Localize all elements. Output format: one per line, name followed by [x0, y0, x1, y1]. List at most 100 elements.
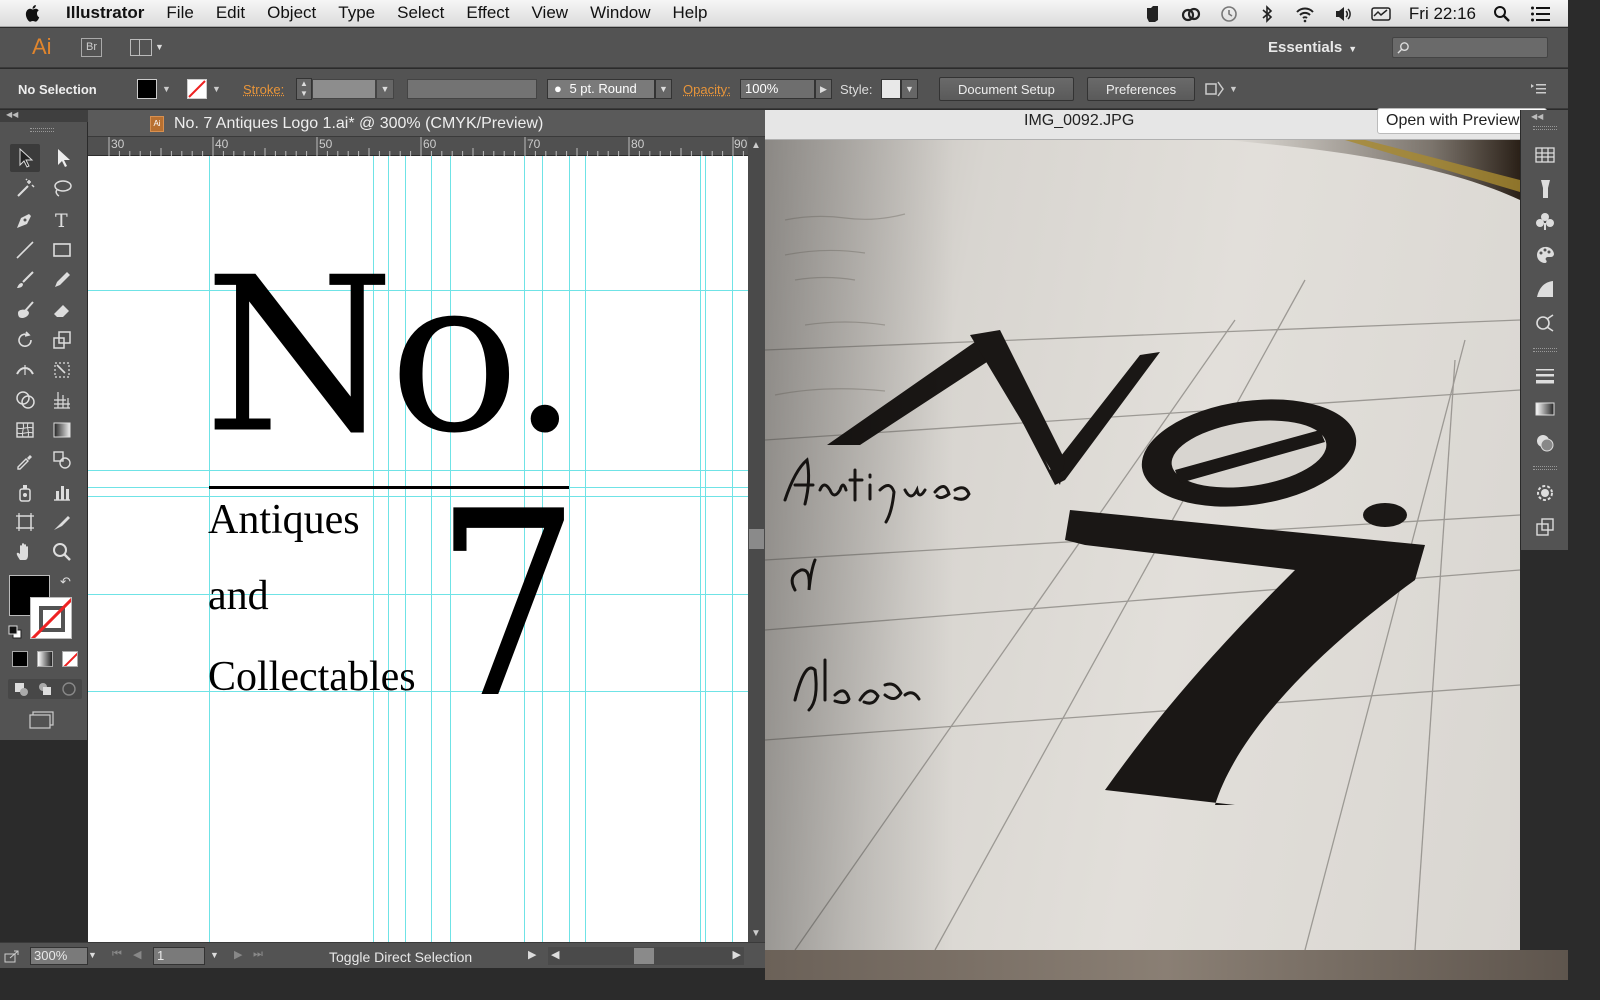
opacity-field[interactable]: 100%	[740, 79, 815, 99]
stroke-label[interactable]: Stroke:	[243, 82, 284, 97]
gradient-tool[interactable]	[47, 416, 77, 444]
brush-definition-field[interactable]: ● 5 pt. Round	[547, 79, 655, 99]
blob-brush-tool[interactable]	[10, 296, 40, 324]
scroll-left-arrow-icon[interactable]: ◀	[551, 948, 559, 961]
stroke-weight-stepper[interactable]: ▲ ▼	[296, 78, 312, 100]
rotate-tool[interactable]	[10, 326, 40, 354]
width-tool[interactable]	[10, 356, 40, 384]
opacity-label[interactable]: Opacity:	[683, 82, 731, 97]
scale-tool[interactable]	[47, 326, 77, 354]
scroll-down-arrow-icon[interactable]: ▼	[751, 928, 761, 939]
scroll-thumb[interactable]	[749, 529, 764, 549]
transparency-icon[interactable]	[1534, 432, 1556, 454]
panel-grip[interactable]	[1533, 348, 1557, 352]
scroll-thumb[interactable]	[634, 948, 654, 964]
activity-icon[interactable]	[1371, 5, 1391, 23]
color-mode-button[interactable]	[12, 651, 28, 667]
menu-edit[interactable]: Edit	[216, 3, 245, 23]
panel-menu-icon[interactable]	[1530, 83, 1546, 95]
logo-seven-text[interactable]: 7	[434, 478, 581, 734]
stroke-none-swatch[interactable]	[187, 79, 207, 99]
artboards-panel-icon[interactable]	[1534, 516, 1556, 538]
align-icon[interactable]	[1204, 80, 1224, 98]
share-icon[interactable]	[4, 949, 20, 963]
document-setup-button[interactable]: Document Setup	[939, 77, 1074, 101]
blend-tool[interactable]	[47, 446, 77, 474]
menu-view[interactable]: View	[532, 3, 569, 23]
arrange-documents-icon[interactable]	[130, 39, 152, 56]
mesh-tool[interactable]	[10, 416, 40, 444]
status-menu-arrow-icon[interactable]: ▶	[528, 948, 536, 961]
chevron-down-icon[interactable]: ▼	[88, 950, 97, 960]
eraser-tool[interactable]	[47, 296, 77, 324]
menu-effect[interactable]: Effect	[466, 3, 509, 23]
stroke-weight-field[interactable]	[312, 79, 376, 99]
symbols-icon[interactable]	[1534, 210, 1556, 232]
fill-color-swatch[interactable]	[137, 79, 157, 99]
logo-antiques-text[interactable]: Antiques	[208, 496, 360, 544]
hand-tool[interactable]	[10, 538, 40, 566]
pen-tool[interactable]	[10, 206, 40, 234]
wifi-icon[interactable]	[1295, 5, 1315, 23]
pencil-tool[interactable]	[47, 266, 77, 294]
chevron-down-icon[interactable]: ▼	[155, 42, 164, 52]
chevron-down-icon[interactable]: ▼	[210, 950, 219, 960]
logo-artwork[interactable]: No. 7 Antiques and Collectables	[88, 156, 748, 942]
first-artboard-icon[interactable]: ⏮	[112, 948, 122, 961]
horizontal-scrollbar[interactable]: ◀ ▶	[548, 947, 744, 965]
free-transform-tool[interactable]	[47, 356, 77, 384]
chevron-down-icon[interactable]: ▼	[376, 79, 394, 99]
menu-window[interactable]: Window	[590, 3, 650, 23]
horizontal-ruler[interactable]: 30 40 50 60 70 80 90	[88, 137, 748, 156]
menu-type[interactable]: Type	[338, 3, 375, 23]
next-artboard-icon[interactable]: ▶	[234, 948, 242, 961]
logo-and-text[interactable]: and	[208, 572, 269, 620]
gradient-panel-icon[interactable]	[1534, 398, 1556, 420]
panel-collapse-toggle[interactable]: ◀◀	[0, 110, 88, 122]
notification-center-icon[interactable]	[1530, 5, 1550, 23]
lasso-tool[interactable]	[47, 174, 77, 202]
logo-collectables-text[interactable]: Collectables	[208, 653, 416, 701]
none-mode-button[interactable]	[62, 651, 78, 667]
symbol-sprayer-tool[interactable]	[10, 478, 40, 506]
bluetooth-icon[interactable]	[1257, 4, 1277, 23]
links-icon[interactable]	[1534, 312, 1556, 334]
apple-icon[interactable]	[24, 3, 42, 23]
clock[interactable]: Fri 22:16	[1409, 4, 1476, 24]
stroke-panel-icon[interactable]	[1534, 364, 1556, 386]
menu-help[interactable]: Help	[673, 3, 708, 23]
zoom-tool[interactable]	[47, 538, 77, 566]
evernote-icon[interactable]	[1143, 5, 1163, 23]
artboard-number-field[interactable]: 1	[153, 947, 205, 965]
chevron-right-icon[interactable]: ▶	[815, 79, 832, 99]
dock-collapse-toggle[interactable]: ◀◀	[1531, 112, 1543, 121]
chevron-down-icon[interactable]: ▼	[162, 84, 171, 94]
perspective-grid-tool[interactable]	[47, 386, 77, 414]
draw-behind-icon[interactable]	[37, 681, 53, 697]
gradient-mode-button[interactable]	[37, 651, 53, 667]
current-tool-status[interactable]: Toggle Direct Selection	[329, 949, 472, 965]
vertical-scrollbar[interactable]: ▲ ▼	[748, 137, 765, 942]
last-artboard-icon[interactable]: ⏭	[253, 948, 263, 961]
artboard-tool[interactable]	[10, 508, 40, 536]
bridge-button[interactable]: Br	[81, 38, 102, 57]
brushes-icon[interactable]	[1534, 178, 1556, 200]
document-tab[interactable]: Ai No. 7 Antiques Logo 1.ai* @ 300% (CMY…	[88, 110, 765, 137]
graphic-style-swatch[interactable]	[881, 79, 901, 99]
creative-cloud-icon[interactable]	[1181, 5, 1201, 23]
shape-builder-tool[interactable]	[10, 386, 40, 414]
preview-titlebar[interactable]: IMG_0092.JPG Open with Preview	[765, 108, 1568, 140]
eyedropper-tool[interactable]	[10, 446, 40, 474]
logo-no-text[interactable]: No.	[204, 250, 579, 464]
swatches-icon[interactable]	[1534, 144, 1556, 166]
stroke-profile-icon[interactable]	[1534, 278, 1556, 300]
type-tool[interactable]: T	[47, 206, 77, 234]
panel-grip[interactable]	[1533, 466, 1557, 470]
slice-tool[interactable]	[47, 508, 77, 536]
app-menu[interactable]: Illustrator	[66, 3, 144, 23]
stroke-swatch[interactable]	[30, 597, 72, 639]
panel-grip[interactable]	[30, 128, 54, 132]
artboard-canvas[interactable]: No. 7 Antiques and Collectables	[88, 156, 748, 942]
chevron-down-icon[interactable]: ▼	[901, 79, 918, 99]
menu-select[interactable]: Select	[397, 3, 444, 23]
